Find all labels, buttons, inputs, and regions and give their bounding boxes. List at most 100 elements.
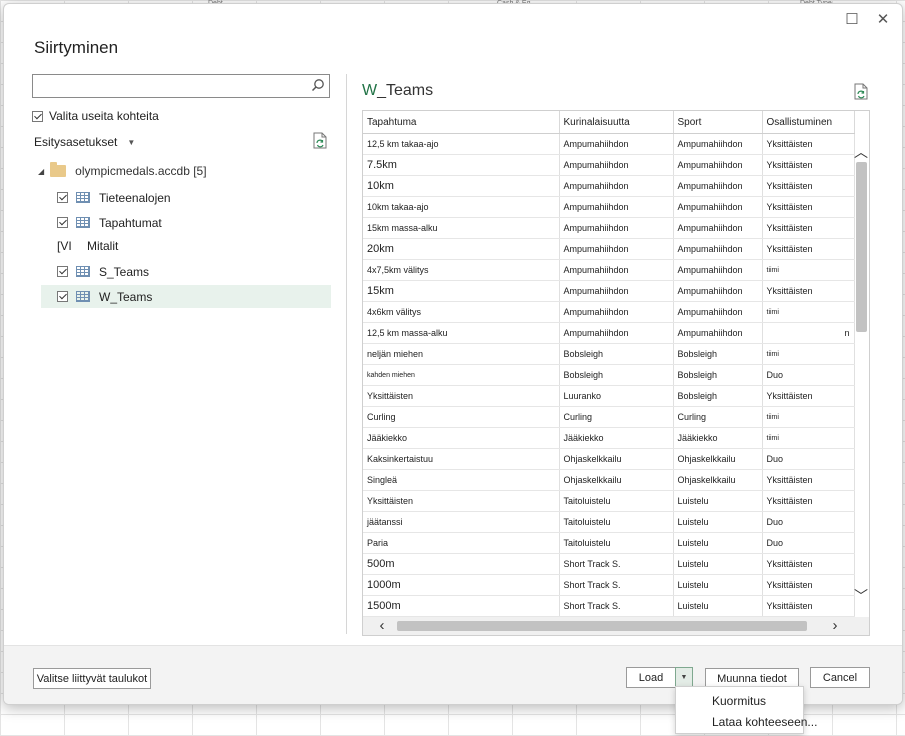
preview-title-rest: _Teams bbox=[377, 82, 434, 99]
table-cell: Kaksinkertaistuu bbox=[363, 448, 560, 470]
horizontal-scrollbar[interactable]: ‹ › bbox=[363, 617, 869, 635]
table-cell: Bobsleigh bbox=[673, 364, 763, 386]
partial-checkbox-marker[interactable]: [VI bbox=[57, 239, 79, 253]
scroll-up-icon[interactable]: ︿ bbox=[852, 144, 870, 160]
table-cell: Yksittäisten bbox=[762, 238, 855, 260]
table-cell: Luuranko bbox=[559, 385, 674, 407]
table-cell: Luistelu bbox=[673, 490, 763, 512]
table-cell: Yksittäisten bbox=[762, 574, 855, 596]
tree-item-mitalit[interactable]: [VI Mitalit bbox=[41, 234, 331, 257]
load-options-menu: Kuormitus Lataa kohteeseen... bbox=[675, 686, 817, 734]
load-dropdown-button[interactable]: ▼ bbox=[675, 667, 693, 688]
close-icon[interactable]: ✕ bbox=[875, 12, 891, 28]
table-cell: Ampumahiihdon bbox=[673, 238, 763, 260]
tree-root-label: olympicmedals.accdb [5] bbox=[75, 164, 207, 178]
table-cell: Ampumahiihdon bbox=[673, 322, 763, 344]
preview-table: Tapahtuma Kurinalaisuutta Sport Osallist… bbox=[363, 111, 855, 617]
table-cell: Ampumahiihdon bbox=[559, 217, 674, 239]
folder-icon bbox=[50, 162, 67, 177]
cancel-button[interactable]: Cancel bbox=[810, 667, 870, 688]
refresh-preview-icon[interactable] bbox=[853, 83, 869, 105]
tree-item-s-teams[interactable]: S_Teams bbox=[41, 260, 331, 283]
maximize-icon[interactable]: ☐ bbox=[844, 12, 860, 28]
table-cell: Ohjaskelkkailu bbox=[559, 448, 674, 470]
refresh-icon[interactable] bbox=[312, 132, 328, 154]
table-cell: 12,5 km massa-alku bbox=[363, 322, 560, 344]
table-cell: Yksittäisten bbox=[762, 385, 855, 407]
search-icon[interactable] bbox=[311, 78, 325, 97]
table-row: 1000m Short Track S. Luistelu Yksittäisten bbox=[363, 574, 855, 596]
table-row: Kaksinkertaistuu Ohjaskelkkailu Ohjaskelkk… bbox=[363, 448, 855, 470]
scroll-down-icon[interactable]: ﹀ bbox=[852, 588, 870, 604]
table-cell: Luistelu bbox=[673, 553, 763, 575]
table-icon bbox=[76, 217, 90, 228]
table-cell: Ampumahiihdon bbox=[673, 259, 763, 281]
select-related-tables-button[interactable]: Valitse liittyvät taulukot bbox=[33, 668, 151, 689]
vertical-scroll-thumb[interactable] bbox=[856, 162, 867, 332]
scroll-left-icon[interactable]: ‹ bbox=[373, 617, 391, 635]
tree-item-tieteenalojen[interactable]: Tieteenalojen bbox=[41, 186, 331, 209]
column-header[interactable]: Kurinalaisuutta bbox=[559, 111, 674, 134]
table-cell: 15km bbox=[363, 280, 560, 302]
menu-item-load-to[interactable]: Lataa kohteeseen... bbox=[712, 715, 817, 729]
table-cell: Ampumahiihdon bbox=[559, 238, 674, 260]
preview-title-prefix: W bbox=[362, 82, 378, 99]
panel-divider bbox=[346, 74, 347, 634]
table-cell: Yksittäisten bbox=[363, 490, 560, 512]
select-multiple-option[interactable]: Valita useita kohteita bbox=[32, 109, 159, 123]
table-cell: n bbox=[762, 322, 855, 344]
table-cell: 4x7,5km välitys bbox=[363, 259, 560, 281]
table-row: 10km Ampumahiihdon Ampumahiihdon Yksittäist… bbox=[363, 175, 855, 197]
table-icon bbox=[76, 192, 90, 203]
display-options-dropdown[interactable]: Esitysasetukset ▼ bbox=[34, 135, 135, 149]
table-cell: Bobsleigh bbox=[559, 343, 674, 365]
tree-item-tapahtumat[interactable]: Tapahtumat bbox=[41, 211, 331, 234]
load-button[interactable]: Load bbox=[626, 667, 676, 688]
item-checkbox[interactable] bbox=[57, 291, 68, 302]
tree-item-w-teams[interactable]: W_Teams bbox=[41, 285, 331, 308]
table-cell: 7.5km bbox=[363, 154, 560, 176]
table-cell: Yksittäisten bbox=[762, 280, 855, 302]
vertical-scrollbar[interactable]: ︿ ﹀ bbox=[852, 144, 870, 609]
scroll-right-icon[interactable]: › bbox=[826, 617, 844, 635]
table-cell: Yksittäisten bbox=[762, 595, 855, 617]
dialog-title: Siirtyminen bbox=[34, 38, 119, 57]
item-checkbox[interactable] bbox=[57, 266, 68, 277]
table-cell: tiimi bbox=[762, 427, 855, 449]
table-cell: 1500m bbox=[363, 595, 560, 617]
table-cell: Ampumahiihdon bbox=[559, 301, 674, 323]
table-cell: 4x6km välitys bbox=[363, 301, 560, 323]
table-cell: Ampumahiihdon bbox=[559, 154, 674, 176]
item-checkbox[interactable] bbox=[57, 217, 68, 228]
table-cell: 10km takaa-ajo bbox=[363, 196, 560, 218]
chevron-down-icon: ▼ bbox=[127, 137, 136, 147]
preview-table-container[interactable]: Tapahtuma Kurinalaisuutta Sport Osallist… bbox=[362, 110, 870, 636]
column-header[interactable]: Sport bbox=[673, 111, 763, 134]
table-row: 12,5 km massa-alku Ampumahiihdon Ampumahii… bbox=[363, 322, 855, 344]
collapse-triangle-icon[interactable]: ◢ bbox=[38, 167, 44, 176]
table-cell: Ampumahiihdon bbox=[559, 322, 674, 344]
table-cell: neljän miehen bbox=[363, 343, 560, 365]
tree-root-database[interactable]: ◢ olympicmedals.accdb [5] bbox=[38, 162, 207, 178]
table-row: 4x6km välitys Ampumahiihdon Ampumahiihdon t… bbox=[363, 301, 855, 323]
search-input[interactable] bbox=[32, 74, 330, 98]
table-row: 4x7,5km välitys Ampumahiihdon Ampumahiihdo… bbox=[363, 259, 855, 281]
menu-item-load[interactable]: Kuormitus bbox=[712, 694, 766, 708]
item-checkbox[interactable] bbox=[57, 192, 68, 203]
table-cell: Ampumahiihdon bbox=[673, 133, 763, 155]
tree-item-label: S_Teams bbox=[99, 264, 150, 279]
table-cell: Luistelu bbox=[673, 511, 763, 533]
navigator-dialog: ☐ ✕ Siirtyminen Valita useita kohteita E… bbox=[3, 3, 903, 705]
table-cell: Taitoluistelu bbox=[559, 490, 674, 512]
column-header[interactable]: Tapahtuma bbox=[363, 111, 560, 134]
select-multiple-checkbox[interactable] bbox=[32, 110, 43, 122]
horizontal-scroll-thumb[interactable] bbox=[397, 621, 807, 631]
preview-title: W_Teams bbox=[362, 82, 433, 100]
table-cell: 12,5 km takaa-ajo bbox=[363, 133, 560, 155]
table-cell: Taitoluistelu bbox=[559, 532, 674, 554]
table-row: 15km Ampumahiihdon Ampumahiihdon Yksittäist… bbox=[363, 280, 855, 302]
tree-item-label: Tapahtumat bbox=[99, 215, 162, 230]
table-row: 20km Ampumahiihdon Ampumahiihdon Yksittäist… bbox=[363, 238, 855, 260]
select-multiple-label: Valita useita kohteita bbox=[49, 109, 159, 123]
column-header[interactable]: Osallistuminen bbox=[762, 111, 855, 134]
